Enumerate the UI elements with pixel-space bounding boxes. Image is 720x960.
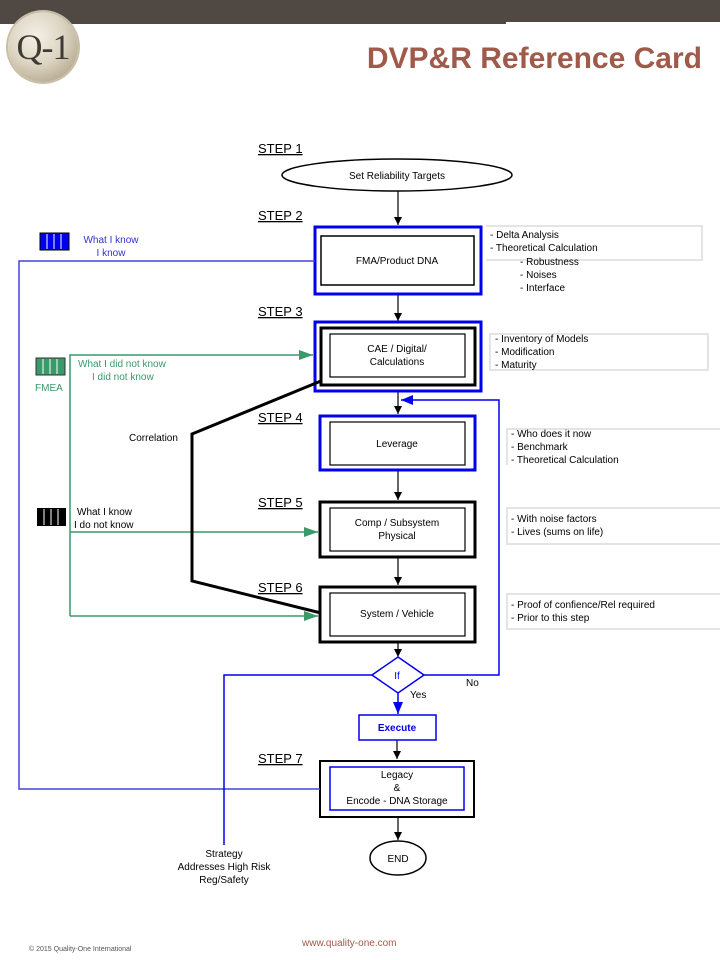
dvpr-flowchart: STEP 1 STEP 2 STEP 3 STEP 4 STEP 5 STEP … [18,141,720,886]
note-step3-1: - Inventory of Models [495,334,588,345]
legend-black-line1: What I know [77,507,133,518]
node-step5-line1: Comp / Subsystem [355,518,439,529]
legend-blue-line2: I know [97,248,127,259]
legend-black-swatch [37,508,66,526]
note-step6-1: - Proof of confience/Rel required [511,600,655,611]
correlation-label: Correlation [129,433,178,444]
note-step2-2: - Theoretical Calculation [490,243,598,254]
strategy-line2: Addresses High Risk [178,862,272,873]
node-step6-text: System / Vehicle [360,609,434,620]
note-step3-3: - Maturity [495,360,537,371]
decision-yes-label: Yes [410,690,426,701]
legend-black-line2: I do not know [74,520,134,531]
note-step2-3: - Robustness [520,257,579,268]
node-step7-line3: Encode - DNA Storage [346,796,448,807]
node-comp-inner [329,507,466,552]
node-execute-text: Execute [378,723,417,734]
step-5-label: STEP 5 [258,495,303,510]
node-step7-line2: & [394,783,401,794]
node-cae-inner [329,333,466,378]
node-end-text: END [387,854,408,865]
strategy-line3: Reg/Safety [199,875,248,886]
node-step3-line1: CAE / Digital/ [367,344,427,355]
note-step4-1: - Who does it now [511,429,592,440]
node-step4-text: Leverage [376,439,418,450]
step-3-label: STEP 3 [258,304,303,319]
note-step6-2: - Prior to this step [511,613,590,624]
note-step2-4: - Noises [520,270,557,281]
legend-green-swatch [35,357,66,376]
strategy-line1: Strategy [205,849,242,860]
footer-url[interactable]: www.quality-one.com [302,938,396,949]
note-step3-2: - Modification [495,347,554,358]
legend-blue-line1: What I know [83,235,139,246]
step-4-label: STEP 4 [258,410,303,425]
note-step5-2: - Lives (sums on life) [511,527,603,538]
node-step1-text: Set Reliability Targets [349,171,445,182]
step-7-label: STEP 7 [258,751,303,766]
note-step5-1: - With noise factors [511,514,597,525]
node-step3-line2: Calculations [370,357,424,368]
legend-green-line2: I did not know [92,372,154,383]
legend-blue-swatch [39,232,70,251]
legend-green-tag: FMEA [35,383,63,394]
step-2-label: STEP 2 [258,208,303,223]
note-step2-1: - Delta Analysis [490,230,559,241]
node-step2-text: FMA/Product DNA [356,256,439,267]
note-step4-3: - Theoretical Calculation [511,455,619,466]
note-step4-2: - Benchmark [511,442,569,453]
note-step2-5: - Interface [520,283,565,294]
decision-no-label: No [466,678,479,689]
legend-green-line1: What I did not know [78,359,167,370]
footer-copyright: © 2015 Quality-One International [29,946,132,953]
node-step7-line1: Legacy [381,770,413,781]
node-step5-line2: Physical [378,531,415,542]
step-1-label: STEP 1 [258,141,303,156]
step-6-label: STEP 6 [258,580,303,595]
decision-if-text: If [394,671,400,682]
